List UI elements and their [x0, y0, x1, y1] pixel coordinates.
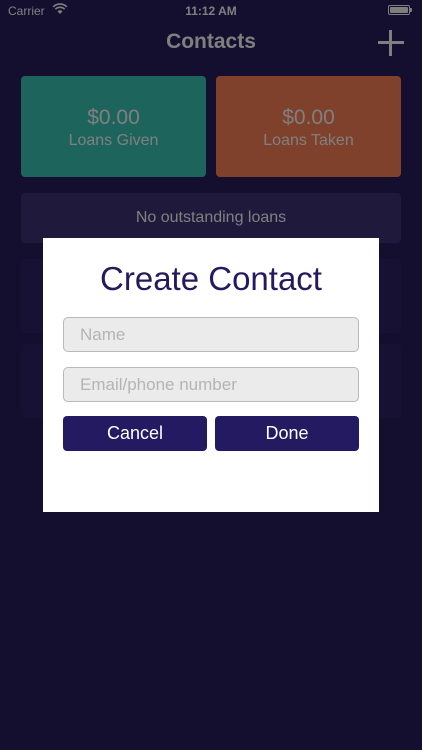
done-button[interactable]: Done: [215, 416, 359, 451]
name-input[interactable]: [63, 317, 359, 352]
email-phone-input[interactable]: [63, 367, 359, 402]
dialog-title: Create Contact: [100, 260, 322, 297]
cancel-button[interactable]: Cancel: [63, 416, 207, 451]
create-contact-dialog: Create Contact Cancel Done: [43, 238, 379, 512]
